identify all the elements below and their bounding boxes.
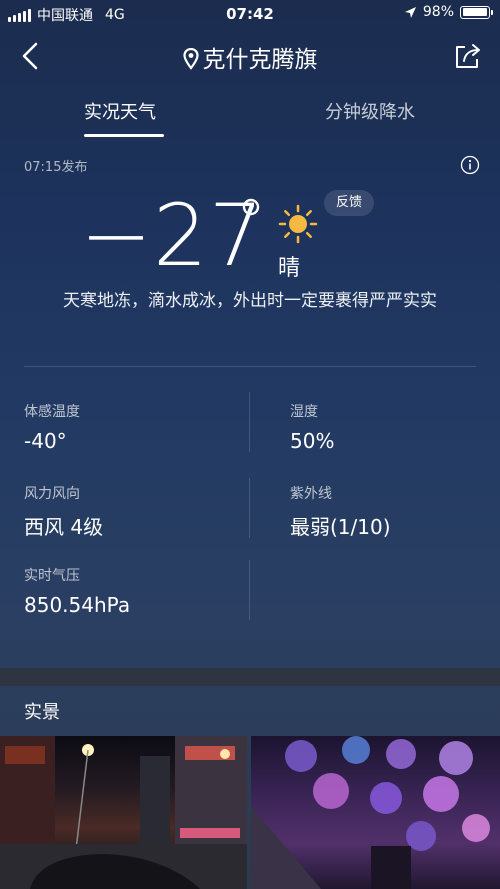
weather-tip: 天寒地冻，滴水成冰，外出时一定要裹得严严实实 — [63, 291, 437, 311]
degree-symbol — [242, 198, 260, 216]
live-scene-photo[interactable] — [251, 736, 500, 889]
uv-value: 最弱(1/10) — [290, 515, 391, 539]
pin-icon — [182, 48, 199, 70]
current-temperature: −27 — [80, 186, 265, 286]
location-name: 克什克腾旗 — [202, 47, 318, 73]
column-divider — [249, 478, 250, 538]
tab-current-weather[interactable]: 实况天气 — [84, 98, 156, 124]
pressure-value: 850.54hPa — [24, 593, 131, 617]
section-divider — [24, 366, 476, 367]
nav-bar: 克什克腾旗 — [0, 30, 500, 82]
sun-icon — [278, 204, 318, 244]
tab-indicator — [84, 134, 164, 137]
weather-tabs: 实况天气 分钟级降水 — [0, 92, 500, 138]
tab-minute-precipitation[interactable]: 分钟级降水 — [325, 98, 415, 124]
feels-like-value: -40° — [24, 429, 67, 453]
location-title[interactable]: 克什克腾旗 — [0, 40, 500, 74]
feels-like-label: 体感温度 — [24, 404, 80, 420]
live-scene-photo[interactable] — [0, 736, 247, 889]
battery-percent: 98% — [422, 4, 454, 20]
location-arrow-icon — [404, 6, 416, 18]
battery-icon — [460, 5, 493, 19]
section-separator — [0, 668, 500, 686]
uv-label: 紫外线 — [290, 486, 332, 502]
humidity-value: 50% — [290, 429, 335, 453]
status-bar: 中国联通 4G 07:42 98% — [0, 0, 500, 28]
publish-time: 07:15发布 — [24, 160, 88, 175]
wind-value: 西风 4级 — [24, 515, 104, 539]
column-divider — [249, 392, 250, 452]
info-icon[interactable] — [460, 155, 480, 175]
share-icon[interactable] — [452, 40, 484, 72]
humidity-label: 湿度 — [290, 404, 318, 420]
live-scene-title: 实景 — [24, 702, 60, 723]
column-divider — [249, 560, 250, 620]
feedback-button[interactable]: 反馈 — [324, 190, 375, 216]
wind-label: 风力风向 — [24, 486, 80, 502]
weather-condition: 晴 — [278, 256, 301, 281]
pressure-label: 实时气压 — [24, 568, 80, 584]
